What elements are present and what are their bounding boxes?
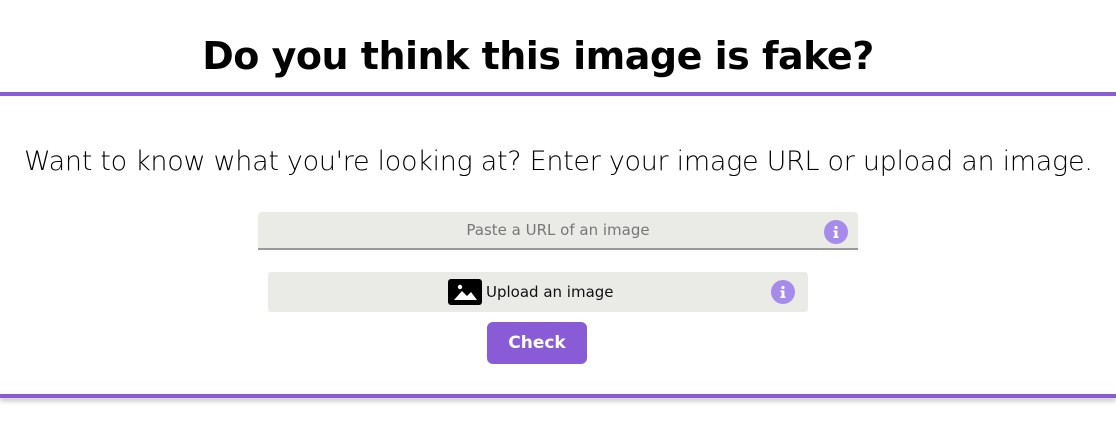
upload-content: Upload an image [448,279,614,305]
upload-label: Upload an image [486,283,614,301]
top-divider [0,92,1116,96]
intro-text: Want to know what you're looking at? Ent… [24,146,1093,177]
info-icon[interactable] [771,280,795,304]
upload-image-button[interactable]: Upload an image [268,272,808,312]
url-field[interactable] [258,212,858,250]
bottom-divider [0,394,1116,398]
url-input[interactable] [258,212,858,248]
info-icon[interactable] [824,220,848,244]
check-button[interactable]: Check [487,322,587,364]
page-title: Do you think this image is fake? [202,34,874,78]
page: Do you think this image is fake? Want to… [0,0,1116,441]
image-icon [448,279,482,305]
